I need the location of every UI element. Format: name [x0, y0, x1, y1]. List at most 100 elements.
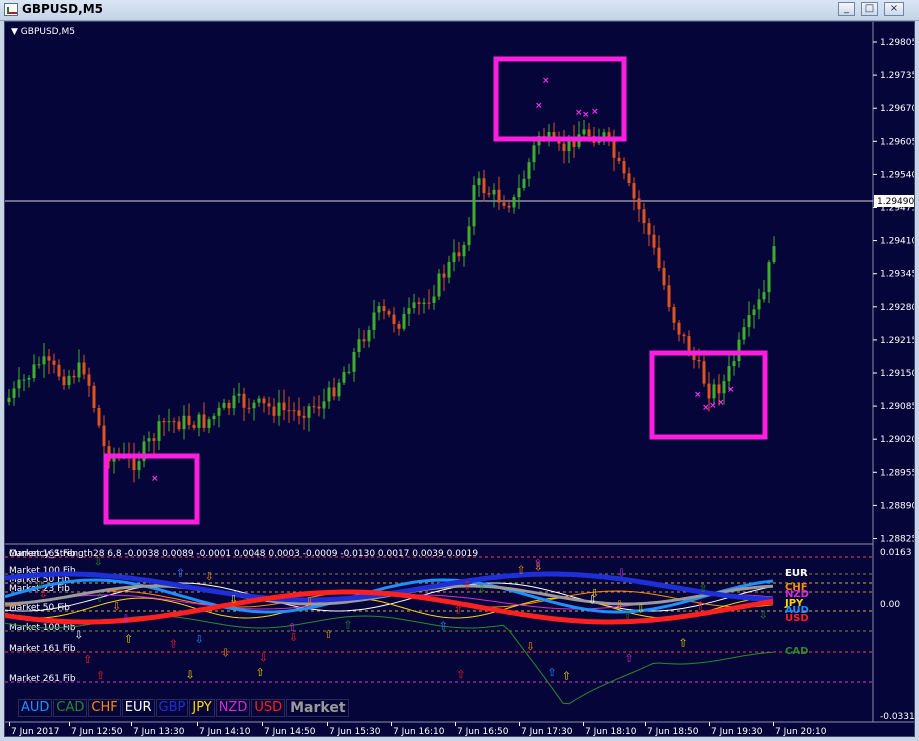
candle-body [762, 292, 766, 300]
candle-body [317, 406, 321, 409]
arrow-down-icon: ⇩ [526, 640, 535, 653]
time-tick-label: 7 Jun 2017 [11, 727, 59, 737]
legend-chf[interactable]: CHF [88, 698, 121, 717]
candle-body [182, 415, 186, 430]
candle-body [342, 372, 346, 383]
price-tick-label: 1.29345 [880, 270, 915, 280]
arrow-down-icon: ⇩ [636, 602, 645, 615]
signal-marker: × [709, 401, 717, 411]
fib-level-label: Market 161 Fib [9, 644, 76, 654]
candle-body [742, 327, 746, 340]
signal-marker: × [727, 385, 735, 395]
arrow-up-icon: ⇧ [454, 604, 463, 617]
arrow-down-icon: ⇩ [590, 587, 599, 600]
time-tick-label: 7 Jun 20:10 [775, 727, 827, 737]
price-tick-label: 1.29410 [880, 237, 915, 247]
chart-symbol-label: GBPUSD,M5 [20, 27, 75, 37]
legend-cad[interactable]: CAD [53, 698, 88, 717]
candle-body [402, 313, 406, 329]
legend-jpy[interactable]: JPY [189, 698, 215, 717]
candle-body [347, 371, 351, 373]
arrow-down-icon: ⇩ [759, 608, 768, 621]
candle-body [767, 262, 771, 293]
candle-body [97, 408, 101, 426]
candle-body [627, 173, 631, 184]
candle-body [237, 393, 241, 396]
price-tick-label: 1.28955 [880, 468, 915, 478]
time-tick-label: 7 Jun 12:50 [71, 727, 123, 737]
candle-body [517, 188, 521, 198]
currency-legend: AUD CAD CHF EUR GBP JPY NZD USD Market [18, 698, 350, 717]
time-tick-label: 7 Jun 15:30 [329, 727, 381, 737]
candle-body [87, 374, 91, 386]
close-button[interactable]: × [884, 2, 904, 16]
candle-body [217, 407, 221, 416]
arrow-up-icon: ⇧ [169, 638, 178, 651]
candle-body [477, 178, 481, 186]
signal-marker: × [542, 76, 550, 86]
candle-body [447, 261, 451, 278]
arrow-down-icon: ⇩ [305, 595, 314, 608]
candle-body [207, 419, 211, 428]
candle-body [32, 364, 36, 379]
candle-body [37, 364, 41, 366]
candle-body [102, 425, 106, 447]
legend-nzd[interactable]: NZD [215, 698, 251, 717]
candle-body [312, 406, 316, 408]
price-tick-label: 1.29540 [880, 170, 915, 180]
legend-eur[interactable]: EUR [121, 698, 155, 717]
arrow-down-icon: ⇩ [259, 651, 268, 664]
chart-symbol-menu[interactable]: ▼ GBPUSD,M5 [11, 27, 75, 37]
minimize-button[interactable]: _ [838, 2, 855, 16]
legend-gbp[interactable]: GBP [155, 698, 189, 717]
arrow-up-icon: ⇧ [623, 609, 632, 622]
candle-body [307, 406, 311, 418]
candle-body [682, 334, 686, 337]
candle-body [357, 339, 361, 353]
chart-area[interactable]: 1.29805 1.29735 1.29670 1.29605 1.29540 1.294… [4, 21, 915, 737]
candle-body [417, 302, 421, 305]
candle-body [552, 132, 556, 138]
candle-body [147, 438, 151, 442]
candle-body [677, 322, 681, 335]
arrow-down-icon: ⇩ [617, 566, 626, 579]
candle-body [277, 402, 281, 416]
signal-marker: × [717, 398, 725, 408]
time-tick-label: 7 Jun 13:30 [133, 727, 185, 737]
candle-body [137, 461, 141, 471]
legend-aud[interactable]: AUD [18, 698, 53, 717]
candle-body [532, 145, 536, 163]
arrow-up-icon: ⇧ [624, 652, 633, 665]
dropdown-arrow-icon[interactable]: ▼ [11, 27, 21, 37]
arrow-down-icon: ⇩ [121, 613, 130, 626]
maximize-button[interactable]: □ [861, 2, 878, 16]
candle-body [702, 361, 706, 384]
price-chart[interactable]: 1.29805 1.29735 1.29670 1.29605 1.29540 1.294… [5, 22, 915, 737]
candle-body [632, 183, 636, 199]
window-title: GBPUSD,M5 [22, 2, 103, 16]
arrow-up-icon: ⇧ [343, 619, 352, 632]
arrow-up-icon: ⇧ [547, 666, 556, 679]
window-titlebar: GBPUSD,M5 _ □ × [0, 0, 919, 21]
time-tick-label: 7 Jun 19:30 [711, 727, 763, 737]
candle-body [667, 285, 671, 308]
arrow-down-icon: ⇩ [289, 631, 298, 644]
candle-body [362, 339, 366, 342]
candle-body [212, 415, 216, 420]
candle-body [587, 129, 591, 137]
candle-body [372, 312, 376, 330]
candle-body [177, 421, 181, 430]
time-tick-label: 7 Jun 17:30 [521, 727, 573, 737]
time-tick-label: 7 Jun 16:10 [393, 727, 445, 737]
arrow-up-icon: ⇧ [698, 582, 707, 595]
candle-body [167, 421, 171, 423]
candle-body [472, 185, 476, 227]
legend-market[interactable]: Market [286, 698, 349, 717]
signal-marker: × [535, 101, 543, 111]
candle-body [757, 299, 761, 310]
signal-marker: × [151, 474, 159, 484]
candle-body [647, 223, 651, 235]
legend-usd[interactable]: USD [251, 698, 286, 717]
arrow-up-icon: ⇧ [439, 619, 448, 632]
candle-body [327, 387, 331, 402]
